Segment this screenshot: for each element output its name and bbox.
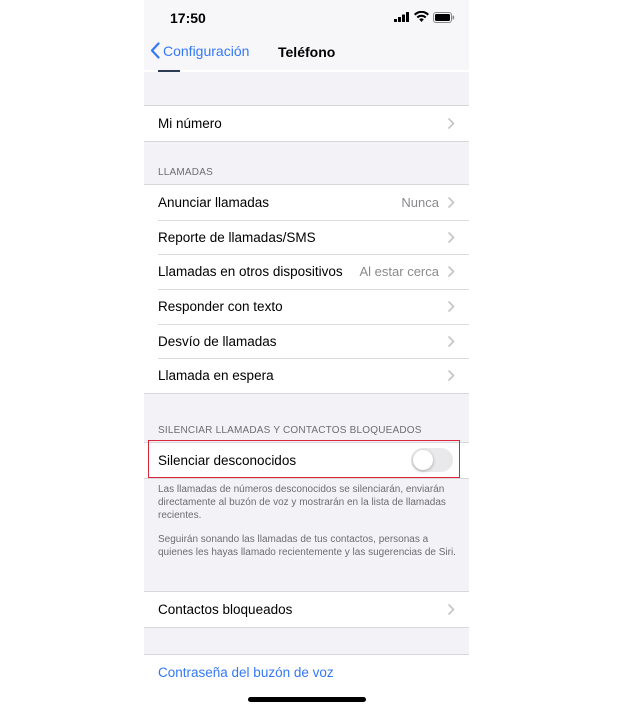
page-title: Teléfono — [278, 44, 336, 60]
settings-screen: 17:50 Configuración Teléfono Mi número L… — [144, 0, 469, 708]
blocked-group: Contactos bloqueados — [144, 591, 469, 628]
call-forwarding-row[interactable]: Desvío de llamadas — [144, 323, 469, 359]
my-number-group: Mi número — [144, 105, 469, 142]
section-header-silence: SILENCIAR LLAMADAS Y CONTACTOS BLOQUEADO… — [158, 425, 422, 436]
voicemail-password-row[interactable]: Contraseña del buzón de voz — [144, 655, 469, 690]
row-label: Reporte de llamadas/SMS — [158, 229, 316, 245]
silence-group: Silenciar desconocidos — [144, 442, 469, 479]
row-value: Nunca — [401, 194, 439, 210]
call-sms-reporting-row[interactable]: Reporte de llamadas/SMS — [144, 219, 469, 255]
toggle-knob — [413, 450, 433, 470]
announce-calls-row[interactable]: Anunciar llamadas Nunca — [144, 185, 469, 220]
chevron-right-icon — [448, 231, 455, 243]
row-label: Responder con texto — [158, 298, 283, 314]
silence-unknown-label: Silenciar desconocidos — [158, 452, 297, 468]
chevron-left-icon — [150, 42, 160, 59]
row-label: Anunciar llamadas — [158, 194, 270, 210]
blocked-contacts-label: Contactos bloqueados — [158, 601, 293, 617]
silence-footer-2: Seguirán sonando las llamadas de tus con… — [158, 534, 456, 558]
chevron-right-icon — [448, 370, 455, 382]
home-indicator[interactable] — [248, 697, 366, 702]
respond-with-text-row[interactable]: Responder con texto — [144, 289, 469, 324]
chevron-right-icon — [448, 197, 455, 208]
calls-on-other-devices-row[interactable]: Llamadas en otros dispositivos Al estar … — [144, 254, 469, 289]
row-label: Desvío de llamadas — [158, 333, 277, 349]
chevron-right-icon — [448, 335, 455, 347]
voicemail-password-link[interactable]: Contraseña del buzón de voz — [158, 665, 334, 680]
my-number-label: Mi número — [158, 115, 222, 131]
chevron-right-icon — [448, 604, 455, 615]
row-label: Llamadas en otros dispositivos — [158, 264, 343, 280]
status-time: 17:50 — [170, 10, 206, 26]
navigation-bar: Configuración Teléfono — [144, 34, 469, 71]
section-header-calls: LLAMADAS — [158, 167, 213, 178]
silence-unknown-row: Silenciar desconocidos — [144, 443, 469, 478]
scrolled-cell — [144, 70, 469, 72]
my-number-row[interactable]: Mi número — [144, 106, 469, 141]
chevron-right-icon — [448, 301, 455, 312]
blocked-contacts-row[interactable]: Contactos bloqueados — [144, 592, 469, 627]
back-button[interactable]: Configuración — [150, 42, 249, 59]
calls-group: Anunciar llamadas Nunca Reporte de llama… — [144, 184, 469, 395]
wifi-icon — [414, 11, 429, 22]
call-waiting-row[interactable]: Llamada en espera — [144, 358, 469, 393]
row-value: Al estar cerca — [359, 264, 439, 280]
signal-icon — [394, 12, 409, 22]
back-label: Configuración — [163, 42, 250, 59]
silence-footer-1: Las llamadas de números desconocidos se … — [158, 484, 446, 521]
silence-unknown-toggle[interactable] — [411, 448, 453, 472]
row-label: Llamada en espera — [158, 368, 274, 384]
chevron-right-icon — [448, 118, 455, 129]
chevron-right-icon — [448, 266, 455, 278]
status-bar: 17:50 — [144, 0, 469, 34]
battery-icon — [433, 12, 455, 23]
app-icon — [158, 70, 180, 72]
